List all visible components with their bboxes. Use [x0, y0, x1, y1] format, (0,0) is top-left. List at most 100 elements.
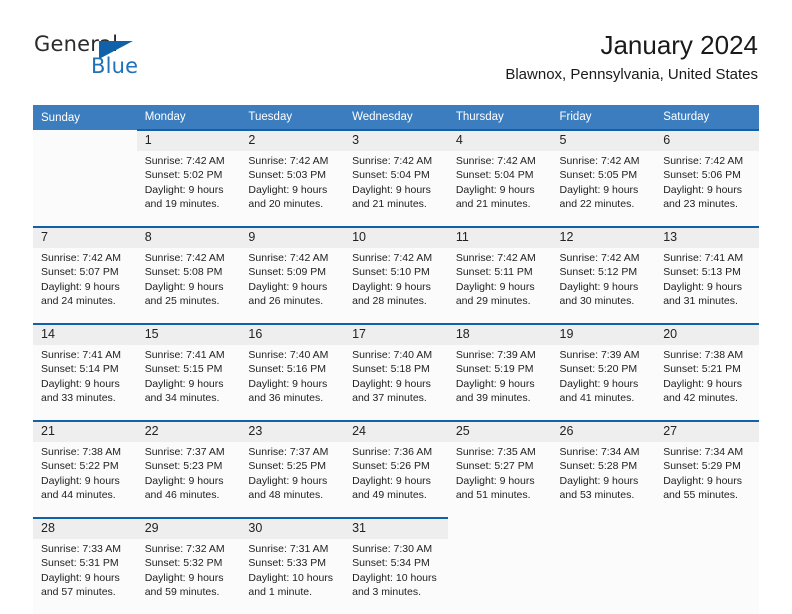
- day-number-cell[interactable]: 9: [240, 226, 345, 248]
- day-detail-line: Daylight: 9 hours: [663, 183, 743, 196]
- day-detail-cell[interactable]: Sunrise: 7:42 AM Sunset: 5:09 PM Daylight:…: [240, 248, 345, 324]
- general-blue-logo[interactable]: General Blue: [34, 32, 234, 88]
- day-number-cell[interactable]: 17: [344, 323, 448, 345]
- day-detail-cell[interactable]: Sunrise: 7:40 AM Sunset: 5:16 PM Daylight:…: [240, 345, 345, 421]
- day-detail-line: Sunset: 5:34 PM: [352, 557, 430, 570]
- day-number-cell[interactable]: 5: [551, 129, 656, 151]
- day-detail-line: Daylight: 9 hours: [144, 280, 224, 293]
- day-detail-line: Sunrise: 7:38 AM: [663, 349, 744, 361]
- day-detail-cell[interactable]: Sunrise: 7:32 AM Sunset: 5:32 PM Daylight:…: [136, 539, 241, 614]
- day-detail-cell[interactable]: Sunrise: 7:42 AM Sunset: 5:03 PM Daylight:…: [240, 151, 345, 227]
- day-detail-line: Sunrise: 7:40 AM: [352, 349, 433, 361]
- day-detail-line: Sunset: 5:04 PM: [352, 169, 430, 182]
- day-detail-line: Sunrise: 7:42 AM: [144, 155, 225, 167]
- day-number-cell[interactable]: 7: [33, 226, 137, 248]
- day-detail-cell[interactable]: Sunrise: 7:38 AM Sunset: 5:21 PM Daylight:…: [655, 345, 759, 421]
- day-number-cell[interactable]: 11: [447, 226, 552, 248]
- day-number-cell[interactable]: 4: [447, 129, 552, 151]
- day-detail-cell[interactable]: Sunrise: 7:42 AM Sunset: 5:04 PM Daylight:…: [344, 151, 448, 227]
- day-detail-cell[interactable]: Sunrise: 7:33 AM Sunset: 5:31 PM Daylight:…: [33, 539, 137, 614]
- day-detail-cell[interactable]: Sunrise: 7:38 AM Sunset: 5:22 PM Daylight:…: [33, 442, 137, 518]
- day-detail-cell[interactable]: Sunrise: 7:41 AM Sunset: 5:14 PM Daylight:…: [33, 345, 137, 421]
- day-detail-cell[interactable]: Sunrise: 7:41 AM Sunset: 5:15 PM Daylight:…: [136, 345, 241, 421]
- day-detail-cell[interactable]: Sunrise: 7:42 AM Sunset: 5:10 PM Daylight:…: [344, 248, 448, 324]
- day-detail-cell[interactable]: Sunrise: 7:42 AM Sunset: 5:05 PM Daylight:…: [551, 151, 656, 227]
- day-number-cell[interactable]: 18: [447, 323, 552, 345]
- day-number-cell[interactable]: 8: [136, 226, 241, 248]
- day-detail-cell[interactable]: Sunrise: 7:36 AM Sunset: 5:26 PM Daylight:…: [344, 442, 448, 518]
- day-number-cell[interactable]: 29: [136, 517, 241, 539]
- day-detail-line: Daylight: 9 hours: [41, 280, 120, 293]
- week-daynumber-row: 123456: [33, 129, 759, 151]
- day-detail-line: Sunrise: 7:34 AM: [559, 446, 640, 458]
- day-detail-line: and 20 minutes.: [248, 197, 324, 210]
- day-detail-line: Daylight: 9 hours: [144, 474, 224, 487]
- day-detail-line: and 24 minutes.: [41, 294, 116, 307]
- day-detail-cell[interactable]: Sunrise: 7:35 AM Sunset: 5:27 PM Daylight:…: [447, 442, 552, 518]
- day-detail-line: and 37 minutes.: [352, 391, 427, 404]
- day-number-cell[interactable]: 25: [447, 420, 552, 442]
- day-detail-cell[interactable]: Sunrise: 7:40 AM Sunset: 5:18 PM Daylight:…: [344, 345, 448, 421]
- week-daynumber-row: 21 22 23 24 25 26 27: [33, 420, 759, 442]
- week-detail-row: Sunrise: 7:42 AM Sunset: 5:07 PM Daylight:…: [33, 248, 759, 324]
- day-number-cell[interactable]: 27: [655, 420, 759, 442]
- week-daynumber-row: 14 15 16 17 18 19 20: [33, 323, 759, 345]
- day-detail-cell[interactable]: Sunrise: 7:42 AM Sunset: 5:08 PM Daylight:…: [136, 248, 241, 324]
- day-detail-cell[interactable]: Sunrise: 7:31 AM Sunset: 5:33 PM Daylight:…: [240, 539, 345, 614]
- day-number-cell[interactable]: 20: [655, 323, 759, 345]
- day-number-cell[interactable]: 12: [551, 226, 656, 248]
- day-detail-line: Sunrise: 7:39 AM: [455, 349, 536, 361]
- day-detail-line: and 1 minute.: [248, 585, 313, 598]
- day-detail-cell[interactable]: Sunrise: 7:34 AM Sunset: 5:29 PM Daylight:…: [655, 442, 759, 518]
- day-number-cell[interactable]: 6: [655, 129, 759, 151]
- day-detail-cell[interactable]: Sunrise: 7:39 AM Sunset: 5:19 PM Daylight:…: [447, 345, 552, 421]
- day-number-cell[interactable]: 26: [551, 420, 656, 442]
- day-detail-cell[interactable]: Sunrise: 7:42 AM Sunset: 5:12 PM Daylight:…: [551, 248, 656, 324]
- day-detail-line: Sunset: 5:16 PM: [248, 363, 327, 376]
- day-detail-line: and 41 minutes.: [559, 391, 635, 404]
- day-detail-line: Daylight: 9 hours: [663, 474, 743, 487]
- day-detail-line: Sunrise: 7:41 AM: [144, 349, 225, 361]
- day-number-cell[interactable]: 31: [344, 517, 448, 539]
- day-number-cell[interactable]: 13: [655, 226, 759, 248]
- day-detail-line: Sunrise: 7:35 AM: [455, 446, 536, 458]
- day-number-cell[interactable]: 10: [344, 226, 448, 248]
- day-detail-cell[interactable]: Sunrise: 7:42 AM Sunset: 5:06 PM Daylight:…: [655, 151, 759, 227]
- day-detail-line: Sunset: 5:21 PM: [663, 363, 741, 376]
- day-detail-cell[interactable]: Sunrise: 7:42 AM Sunset: 5:11 PM Daylight:…: [447, 248, 552, 324]
- day-detail-line: and 26 minutes.: [248, 294, 324, 307]
- day-detail-cell[interactable]: Sunrise: 7:39 AM Sunset: 5:20 PM Daylight:…: [551, 345, 656, 421]
- day-detail-cell[interactable]: Sunrise: 7:41 AM Sunset: 5:13 PM Daylight:…: [655, 248, 759, 324]
- day-detail-cell[interactable]: Sunrise: 7:34 AM Sunset: 5:28 PM Daylight:…: [551, 442, 656, 518]
- day-number-cell[interactable]: 16: [240, 323, 345, 345]
- day-detail-cell[interactable]: Sunrise: 7:30 AM Sunset: 5:34 PM Daylight:…: [344, 539, 448, 614]
- day-detail-line: Daylight: 9 hours: [41, 571, 120, 584]
- day-number-cell[interactable]: 21: [33, 420, 137, 442]
- day-detail-cell[interactable]: Sunrise: 7:42 AM Sunset: 5:04 PM Daylight:…: [447, 151, 552, 227]
- week-daynumber-row: 28 29 30 31: [33, 517, 759, 539]
- day-number-cell[interactable]: 24: [344, 420, 448, 442]
- day-detail-cell[interactable]: Sunrise: 7:42 AM Sunset: 5:07 PM Daylight:…: [33, 248, 137, 324]
- day-number-cell[interactable]: 30: [240, 517, 345, 539]
- day-number-cell[interactable]: 23: [240, 420, 345, 442]
- day-number-cell[interactable]: 3: [344, 129, 448, 151]
- day-detail-cell[interactable]: Sunrise: 7:37 AM Sunset: 5:23 PM Daylight:…: [136, 442, 241, 518]
- day-detail-cell[interactable]: Sunrise: 7:37 AM Sunset: 5:25 PM Daylight:…: [240, 442, 345, 518]
- weekday-header-row: Sunday Monday Tuesday Wednesday Thursday…: [33, 105, 759, 130]
- day-number-cell[interactable]: 15: [136, 323, 241, 345]
- day-number-cell[interactable]: 28: [33, 517, 137, 539]
- day-detail-line: Daylight: 9 hours: [41, 474, 120, 487]
- week-detail-row: Sunrise: 7:42 AM Sunset: 5:02 PM Daylight:…: [33, 151, 759, 227]
- day-detail-line: and 25 minutes.: [144, 294, 220, 307]
- day-detail-line: Sunset: 5:12 PM: [559, 266, 638, 279]
- day-number-cell[interactable]: 1: [136, 129, 241, 151]
- day-number-cell[interactable]: 2: [240, 129, 345, 151]
- day-detail-line: and 31 minutes.: [663, 294, 738, 307]
- day-detail-line: Daylight: 10 hours: [248, 571, 334, 584]
- calendar-body: 1 2 3 4 5 6 Sunrise: 7:42 AM Sunset: 5:02 PM Day…: [33, 129, 759, 614]
- day-number-cell[interactable]: 14: [33, 323, 137, 345]
- day-number-cell[interactable]: 19: [551, 323, 656, 345]
- day-detail-line: Sunset: 5:20 PM: [559, 363, 638, 376]
- day-number-cell[interactable]: 22: [136, 420, 241, 442]
- day-detail-cell[interactable]: Sunrise: 7:42 AM Sunset: 5:02 PM Daylight:…: [136, 151, 241, 227]
